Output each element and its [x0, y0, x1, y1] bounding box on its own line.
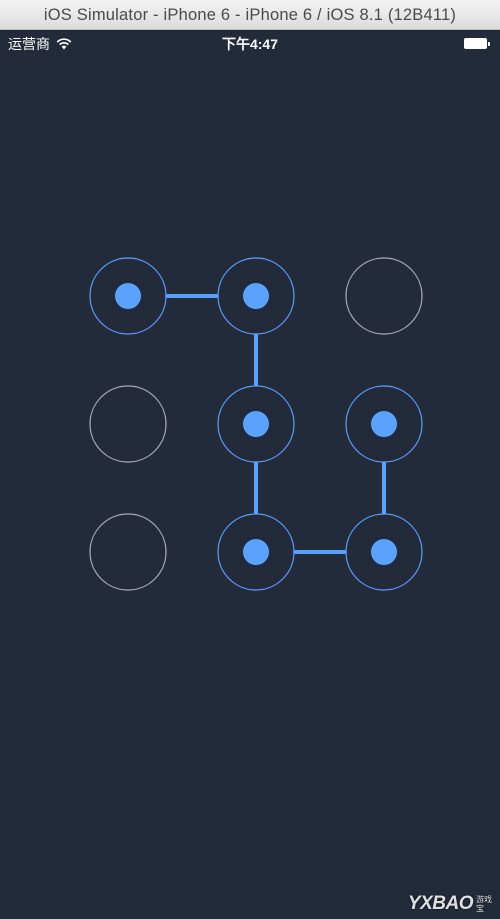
pattern-node-ring — [89, 385, 167, 463]
watermark-text: YXBAO — [407, 893, 474, 914]
simulator-title-bar: iOS Simulator - iPhone 6 - iPhone 6 / iO… — [0, 0, 500, 30]
pattern-node-dot — [371, 411, 397, 437]
pattern-node-ring — [89, 513, 167, 591]
pattern-node-7[interactable] — [89, 513, 167, 591]
pattern-node-dot — [371, 539, 397, 565]
pattern-grid — [89, 257, 423, 591]
pattern-node-dot — [243, 539, 269, 565]
pattern-node-3[interactable] — [345, 257, 423, 335]
pattern-node-dot — [243, 283, 269, 309]
device-screen: 运营商 下午4:47 YXBAO 游戏宝 — [0, 30, 500, 919]
watermark-logo: YXBAO 游戏宝 — [408, 893, 492, 915]
pattern-node-dot — [115, 283, 141, 309]
pattern-lock[interactable] — [0, 30, 500, 919]
pattern-node-9[interactable] — [345, 513, 423, 591]
pattern-node-5[interactable] — [217, 385, 295, 463]
pattern-node-1[interactable] — [89, 257, 167, 335]
pattern-node-dot — [243, 411, 269, 437]
pattern-node-ring — [345, 257, 423, 335]
watermark-sub: 游戏宝 — [476, 895, 492, 913]
pattern-node-2[interactable] — [217, 257, 295, 335]
pattern-node-8[interactable] — [217, 513, 295, 591]
window-title: iOS Simulator - iPhone 6 - iPhone 6 / iO… — [43, 6, 457, 24]
pattern-node-4[interactable] — [89, 385, 167, 463]
pattern-node-6[interactable] — [345, 385, 423, 463]
